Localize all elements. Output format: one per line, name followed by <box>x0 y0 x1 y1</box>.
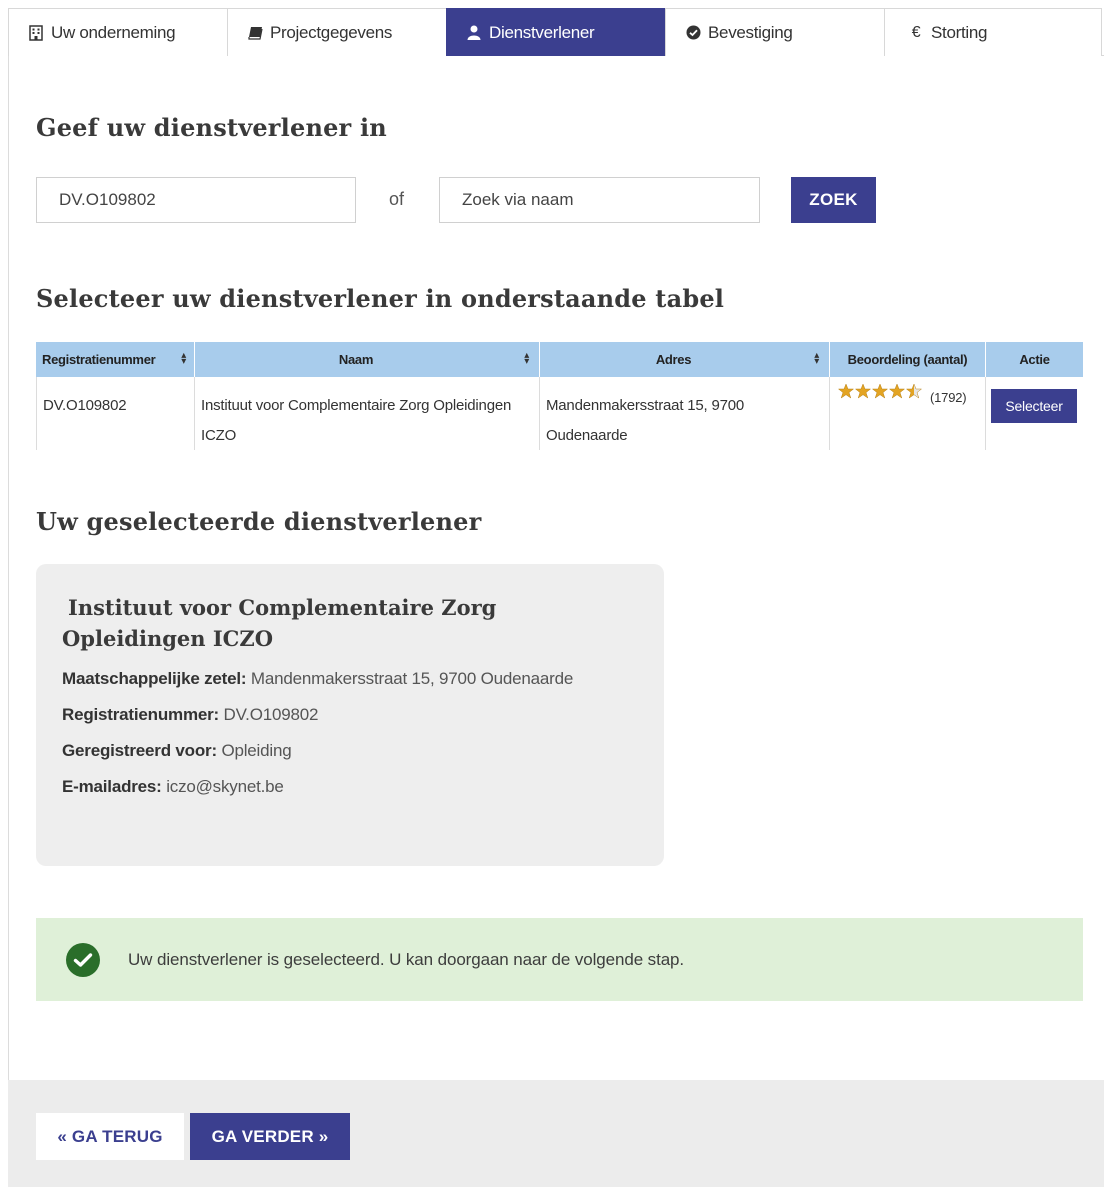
cell-registratienummer: DV.O109802 <box>36 377 195 450</box>
euro-icon: € <box>911 23 921 41</box>
back-button[interactable]: « GA TERUG <box>36 1113 184 1160</box>
select-provider-button[interactable]: Selecteer <box>991 389 1077 423</box>
name-search-placeholder: Zoek via naam <box>462 190 574 209</box>
col-registratienummer[interactable]: Registratienummer ▴ ▾ <box>36 342 195 377</box>
provider-table: Registratienummer ▴ ▾ Naam ▴ ▾ Adres ▴ ▾ Be… <box>36 342 1083 450</box>
success-alert: Uw dienstverlener is geselecteerd. U kan… <box>36 918 1083 1001</box>
table-header: Registratienummer ▴ ▾ Naam ▴ ▾ Adres ▴ ▾ Be… <box>36 342 1083 377</box>
cell-adres: Mandenmakersstraat 15, 9700 Oudenaarde <box>540 377 830 450</box>
cell-naam: Instituut voor Complementaire Zorg Oplei… <box>195 377 540 450</box>
tab-bevestiging[interactable]: Bevestiging <box>665 8 885 56</box>
building-icon <box>27 24 45 41</box>
wizard-tabs: Uw onderneming Projectgegevens Dienstver… <box>8 8 1104 56</box>
search-heading: Geef uw dienstverlener in <box>36 113 387 142</box>
tab-label: Projectgegevens <box>270 22 393 42</box>
selected-heading: Uw geselecteerde dienstverlener <box>36 507 482 536</box>
star-rating-icon <box>838 383 926 399</box>
or-label: of <box>389 189 405 209</box>
registration-input[interactable]: DV.O109802 <box>36 177 356 223</box>
tab-label: Storting <box>931 22 988 42</box>
tab-label: Dienstverlener <box>489 22 595 42</box>
selected-provider-card: Instituut voor Complementaire Zorg Oplei… <box>36 564 664 866</box>
tab-label: Uw onderneming <box>51 22 176 42</box>
book-icon <box>246 26 264 40</box>
user-icon <box>465 25 483 40</box>
table-row: DV.O109802 Instituut voor Complementaire… <box>36 377 1083 450</box>
name-search-input[interactable]: Zoek via naam <box>439 177 760 223</box>
table-heading: Selecteer uw dienstverlener in onderstaa… <box>36 284 725 313</box>
col-beoordeling: Beoordeling (aantal) <box>830 342 986 377</box>
check-circle-icon <box>66 942 100 977</box>
col-naam[interactable]: Naam ▴ ▾ <box>195 342 540 377</box>
registration-field: Registratienummer: DV.O109802 <box>62 705 319 724</box>
check-circle-icon <box>684 25 702 40</box>
tab-storting[interactable]: € Storting <box>884 8 1102 56</box>
col-adres[interactable]: Adres ▴ ▾ <box>540 342 830 377</box>
tab-uw-onderneming[interactable]: Uw onderneming <box>8 8 228 56</box>
tab-dienstverlener[interactable]: Dienstverlener <box>446 8 666 56</box>
rating-count: (1792) <box>930 390 967 405</box>
search-button[interactable]: ZOEK <box>791 177 876 223</box>
cell-beoordeling: (1792) <box>830 377 986 450</box>
cell-actie: Selecteer <box>986 377 1083 450</box>
sort-icon: ▴ ▾ <box>814 350 819 367</box>
sort-icon: ▴ ▾ <box>181 350 186 367</box>
col-actie: Actie <box>1019 352 1050 367</box>
zetel-field: Maatschappelijke zetel: Mandenmakersstra… <box>62 669 574 688</box>
registration-input-value: DV.O109802 <box>59 190 156 209</box>
registered-for-field: Geregistreerd voor: Opleiding <box>62 741 292 760</box>
alert-message: Uw dienstverlener is geselecteerd. U kan… <box>128 949 685 969</box>
tab-label: Bevestiging <box>708 22 793 42</box>
email-field: E-mailadres: iczo@skynet.be <box>62 777 284 796</box>
sort-icon: ▴ ▾ <box>524 350 529 367</box>
provider-name: Instituut voor Complementaire Zorg Oplei… <box>62 595 497 651</box>
tab-projectgegevens[interactable]: Projectgegevens <box>227 8 447 56</box>
next-button[interactable]: GA VERDER » <box>190 1113 350 1160</box>
